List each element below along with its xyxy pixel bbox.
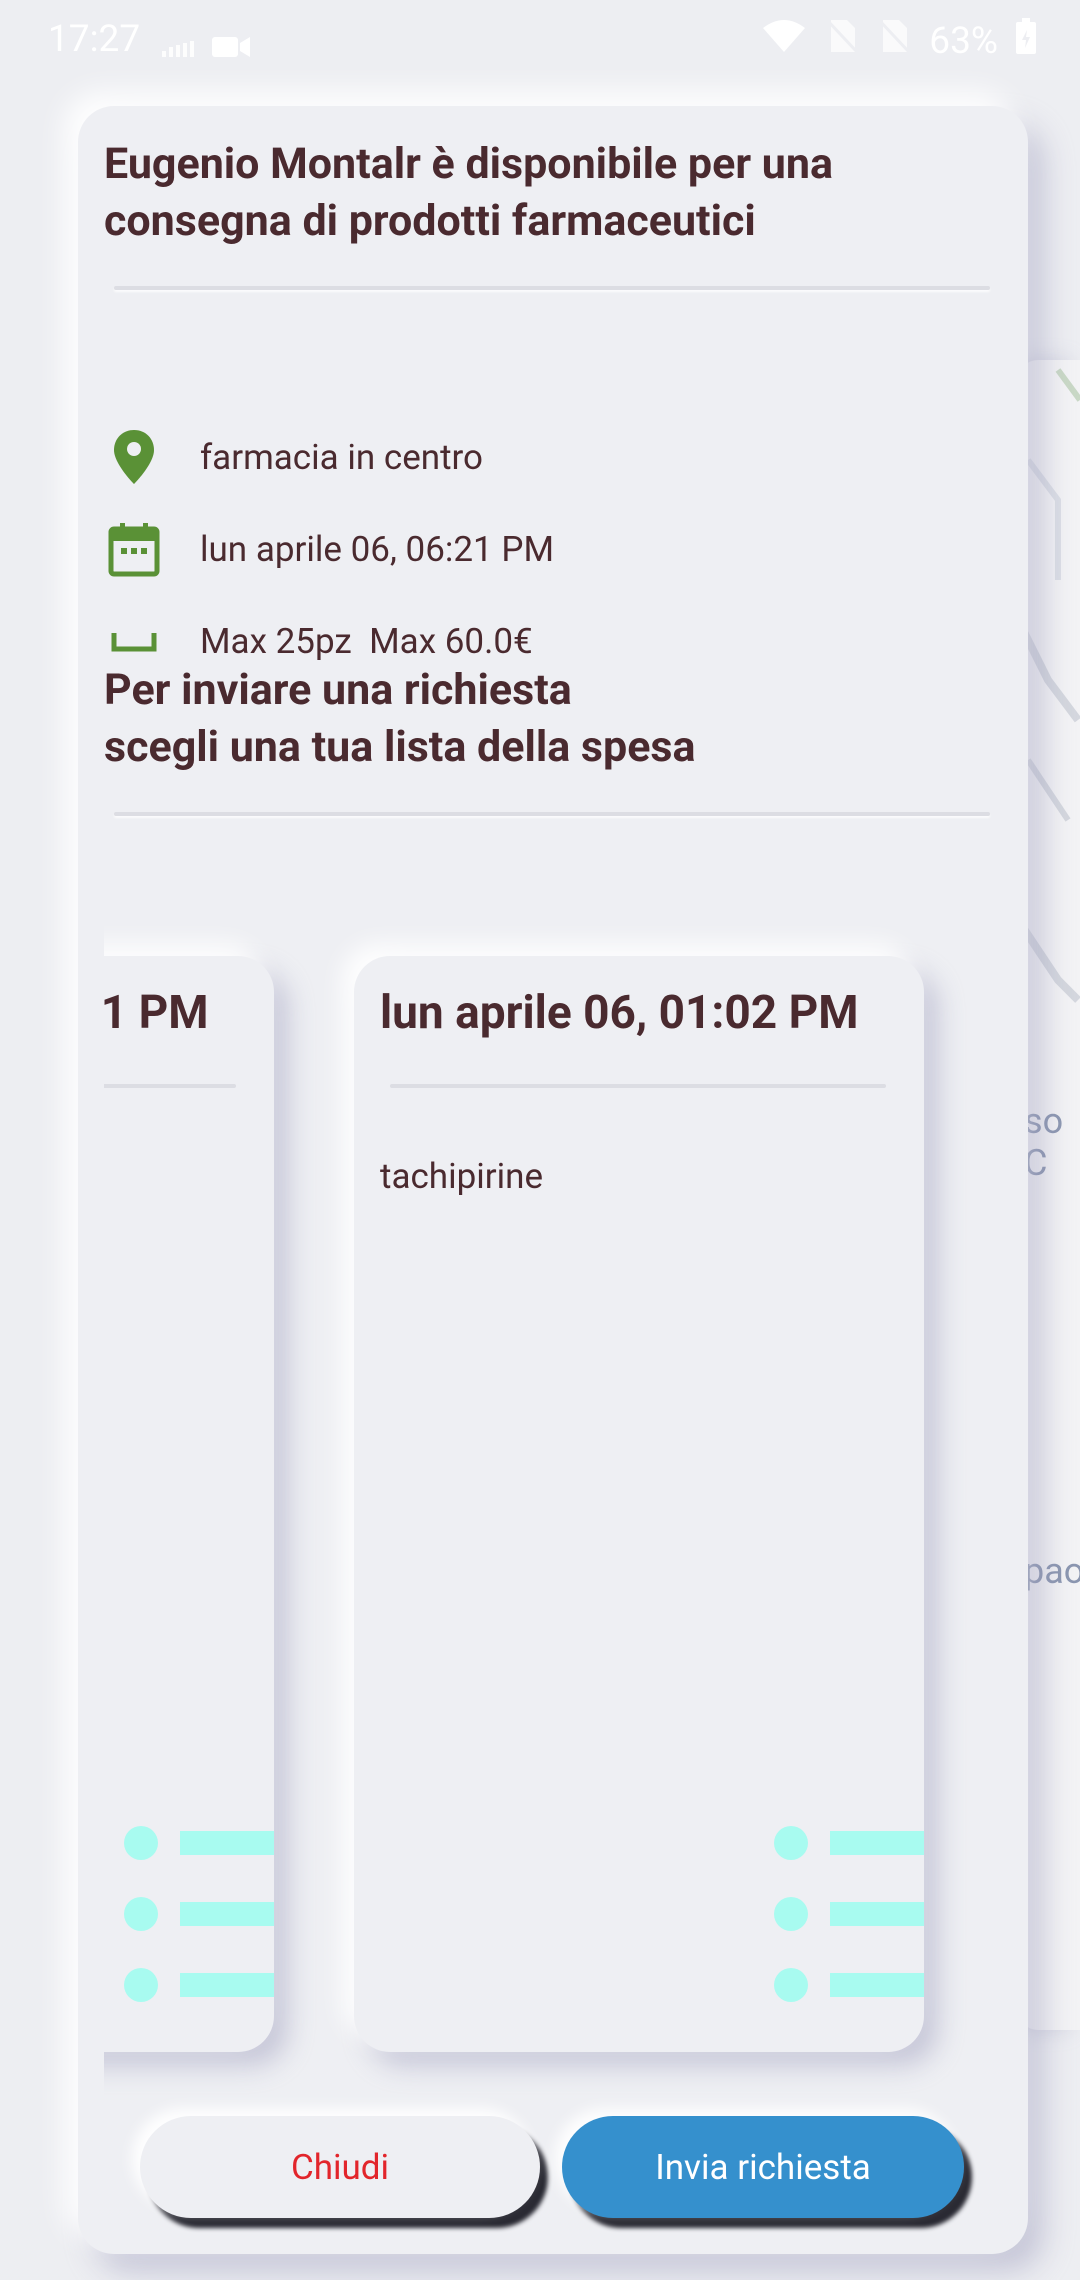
map-label: pao [1024, 1550, 1080, 1592]
map-label: so C [1024, 1100, 1064, 1184]
datetime-row: lun aprile 06, 06:21 PM [106, 514, 554, 584]
divider [114, 812, 990, 816]
send-request-button[interactable]: Invia richiesta [562, 2116, 964, 2218]
status-time: 17:27 [48, 18, 141, 61]
shopping-list-card[interactable]: lun aprile 06, 01:02 PM tachipirine [354, 956, 924, 2052]
delivery-offer-card: Eugenio Montalr è disponibile per una co… [78, 106, 1028, 2254]
battery-percent: 63% [929, 19, 998, 63]
status-right: 63% [761, 18, 1036, 64]
location-pin-icon [106, 422, 162, 492]
sim-no-signal-icon [877, 18, 911, 64]
request-section-title: Per inviare una richiesta scegli una tua… [104, 662, 984, 776]
close-button[interactable]: Chiudi [140, 2116, 540, 2218]
capacity-text: Max 25pz Max 60.0€ [200, 620, 533, 662]
list-date: lun aprile 06, 01:02 PM [380, 986, 859, 1040]
battery-icon [1016, 18, 1036, 64]
location-row: farmacia in centro [106, 422, 483, 492]
list-date: lun aprile 06, 01:01 PM [104, 986, 209, 1040]
offer-title: Eugenio Montalr è disponibile per una co… [104, 139, 833, 246]
status-left-icons [162, 26, 252, 69]
sim-no-signal-icon [825, 18, 859, 64]
request-title-line1: Per inviare una richiesta [104, 665, 572, 715]
divider [104, 1084, 236, 1088]
list-icon [124, 1826, 274, 2006]
calendar-icon [106, 514, 162, 584]
wifi-icon [761, 18, 807, 64]
shopping-list-card[interactable]: lun aprile 06, 01:01 PM [104, 956, 274, 2052]
list-icon [774, 1826, 924, 2006]
location-text: farmacia in centro [200, 436, 484, 478]
shopping-list-carousel[interactable]: lun aprile 06, 01:01 PM lun aprile 06, 0… [104, 926, 1028, 2166]
list-items: tachipirine [380, 1156, 544, 1197]
request-title-line2: scegli una tua lista della spesa [104, 722, 696, 772]
divider [390, 1084, 886, 1088]
divider [114, 286, 990, 290]
datetime-text: lun aprile 06, 06:21 PM [200, 528, 555, 570]
status-bar: 17:27 63% [0, 0, 1080, 80]
video-camera-icon [212, 26, 252, 69]
signal-bars-icon [162, 26, 198, 69]
